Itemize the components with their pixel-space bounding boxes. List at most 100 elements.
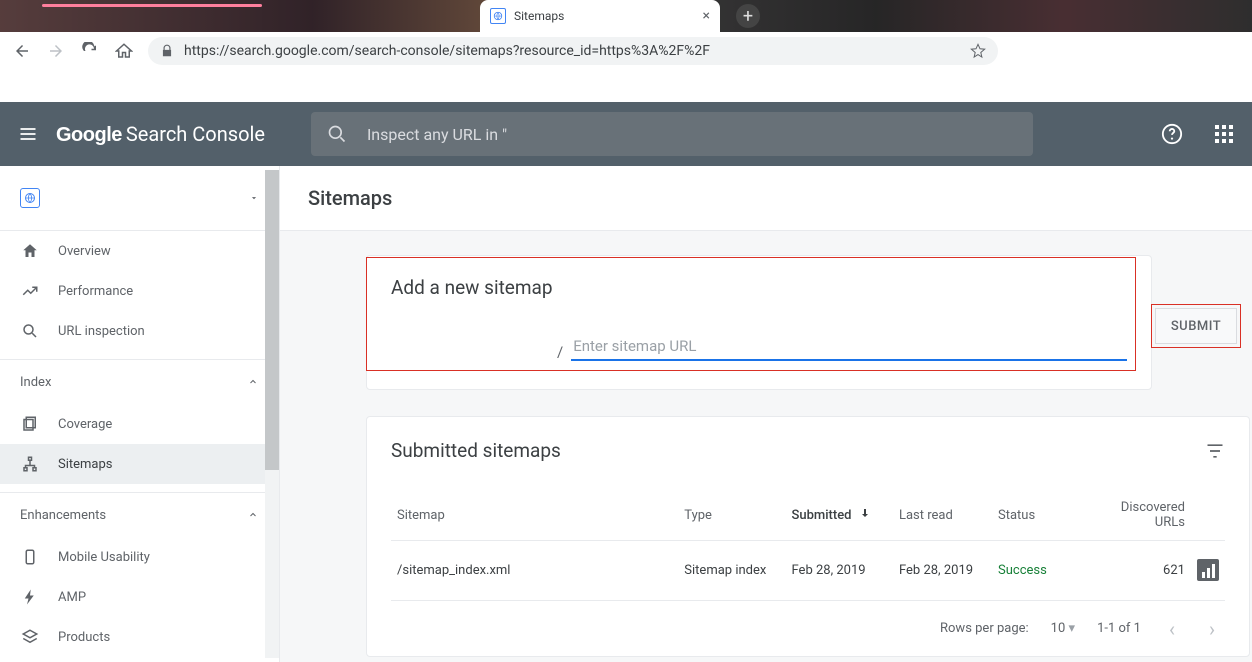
main-content: Sitemaps Add a new sitemap / SUBMIT <box>280 166 1252 662</box>
menu-icon[interactable] <box>16 122 40 146</box>
next-page-button[interactable]: › <box>1203 617 1221 641</box>
search-icon <box>327 124 347 144</box>
domain-redacted <box>391 344 551 360</box>
col-actions <box>1191 490 1225 541</box>
sidebar-item-url-inspection[interactable]: URL inspection <box>0 311 279 351</box>
sidebar-item-label: URL inspection <box>58 324 145 339</box>
rows-per-page-label: Rows per page: <box>940 621 1029 636</box>
blank-strip <box>0 70 1252 102</box>
new-tab-button[interactable]: + <box>736 4 760 28</box>
sidebar-item-sitemaps[interactable]: Sitemaps <box>0 444 279 484</box>
bookmark-star-icon[interactable] <box>970 43 986 59</box>
sidebar-item-label: Products <box>58 630 110 645</box>
add-sitemap-title: Add a new sitemap <box>391 276 1127 299</box>
trend-icon <box>20 282 40 300</box>
sidebar-item-coverage[interactable]: Coverage <box>0 404 279 444</box>
phone-icon <box>20 548 40 566</box>
tab-title: Sitemaps <box>514 9 564 23</box>
help-icon[interactable] <box>1160 122 1184 146</box>
sidebar-item-mobile-usability[interactable]: Mobile Usability <box>0 537 279 577</box>
address-bar[interactable]: https://search.google.com/search-console… <box>148 37 998 65</box>
submit-button[interactable]: SUBMIT <box>1155 308 1237 344</box>
pages-icon <box>20 415 40 433</box>
sidebar-item-label: Coverage <box>58 417 112 432</box>
chevron-down-icon <box>249 193 259 203</box>
cell-chart-action[interactable] <box>1191 541 1225 601</box>
sidebar-item-amp[interactable]: AMP <box>0 577 279 617</box>
cell-type: Sitemap index <box>678 541 785 601</box>
home-button[interactable] <box>114 41 134 61</box>
sidebar-scrollbar-thumb[interactable] <box>265 170 279 470</box>
cell-last-read: Feb 28, 2019 <box>893 541 992 601</box>
sidebar-item-label: AMP <box>58 590 86 605</box>
pagination-range: 1-1 of 1 <box>1097 621 1141 636</box>
property-name-redacted <box>54 191 204 205</box>
sidebar-section-label: Index <box>20 375 51 390</box>
slash: / <box>557 343 563 361</box>
sidebar-item-label: Performance <box>58 284 133 299</box>
layers-icon <box>20 628 40 646</box>
browser-toolbar: https://search.google.com/search-console… <box>0 32 1252 70</box>
chevron-up-icon <box>247 509 259 521</box>
sitemap-icon <box>20 455 40 473</box>
sitemap-url-input[interactable] <box>571 333 1127 361</box>
col-last-read[interactable]: Last read <box>893 490 992 541</box>
tab-favicon <box>490 8 506 24</box>
sidebar-item-performance[interactable]: Performance <box>0 271 279 311</box>
bar-chart-icon <box>1197 559 1219 581</box>
col-status[interactable]: Status <box>992 490 1082 541</box>
col-sitemap[interactable]: Sitemap <box>391 490 678 541</box>
sidebar-section-enhancements[interactable]: Enhancements <box>0 493 279 537</box>
sidebar-section-index[interactable]: Index <box>0 360 279 404</box>
home-icon <box>20 242 40 260</box>
lock-icon <box>160 44 174 58</box>
reload-button[interactable] <box>80 41 100 61</box>
prev-page-button[interactable]: ‹ <box>1163 617 1181 641</box>
col-type[interactable]: Type <box>678 490 785 541</box>
col-discovered[interactable]: Discovered URLs <box>1082 490 1191 541</box>
col-submitted[interactable]: Submitted <box>786 490 893 541</box>
submitted-sitemaps-card: Submitted sitemaps Sitemap Type Submitte… <box>366 416 1250 657</box>
submitted-sitemaps-title: Submitted sitemaps <box>391 439 561 462</box>
cell-sitemap: /sitemap_index.xml <box>391 541 678 601</box>
globe-icon <box>20 188 40 208</box>
url-text: https://search.google.com/search-console… <box>184 43 710 59</box>
cell-discovered: 621 <box>1082 541 1191 601</box>
logo-google: Google <box>56 124 122 147</box>
page-title: Sitemaps <box>280 166 1252 230</box>
url-inspection-search[interactable]: Inspect any URL in " <box>311 112 1033 156</box>
sidebar: Overview Performance URL inspection Inde… <box>0 166 280 662</box>
add-sitemap-card: Add a new sitemap / SUBMIT <box>366 255 1152 390</box>
chevron-up-icon <box>247 376 259 388</box>
browser-tab-active[interactable]: Sitemaps × <box>480 0 720 32</box>
domain-prefix: / <box>391 343 563 361</box>
sidebar-item-label: Mobile Usability <box>58 550 150 565</box>
filter-icon[interactable] <box>1205 441 1225 461</box>
rows-per-page-value[interactable]: 10 ▾ <box>1051 621 1075 636</box>
sidebar-section-label: Enhancements <box>20 508 106 523</box>
sidebar-item-overview[interactable]: Overview <box>0 231 279 271</box>
cell-status: Success <box>992 541 1082 601</box>
sidebar-item-products[interactable]: Products <box>0 617 279 657</box>
app-header: Google Search Console Inspect any URL in… <box>0 102 1252 166</box>
url-inspection-placeholder: Inspect any URL in " <box>367 125 507 144</box>
property-selector[interactable] <box>0 166 279 230</box>
sidebar-item-label: Overview <box>58 244 111 259</box>
sitemaps-table: Sitemap Type Submitted Last read Status … <box>391 490 1225 600</box>
cell-submitted: Feb 28, 2019 <box>786 541 893 601</box>
table-row[interactable]: /sitemap_index.xml Sitemap index Feb 28,… <box>391 541 1225 601</box>
chevron-down-icon: ▾ <box>1069 621 1076 636</box>
forward-button[interactable] <box>46 41 66 61</box>
browser-tabstrip: Sitemaps × + <box>0 0 1252 32</box>
search-icon <box>20 322 40 340</box>
logo-search-console: Search Console <box>126 122 265 146</box>
product-logo: Google Search Console <box>56 122 265 147</box>
inactive-tab-sliver <box>42 4 262 7</box>
sort-desc-icon <box>859 508 871 523</box>
back-button[interactable] <box>12 41 32 61</box>
sidebar-item-label: Sitemaps <box>58 457 113 472</box>
table-footer: Rows per page: 10 ▾ 1-1 of 1 ‹ › <box>391 600 1225 656</box>
apps-icon[interactable] <box>1212 122 1236 146</box>
bolt-icon <box>20 588 40 606</box>
close-icon[interactable]: × <box>703 8 710 24</box>
